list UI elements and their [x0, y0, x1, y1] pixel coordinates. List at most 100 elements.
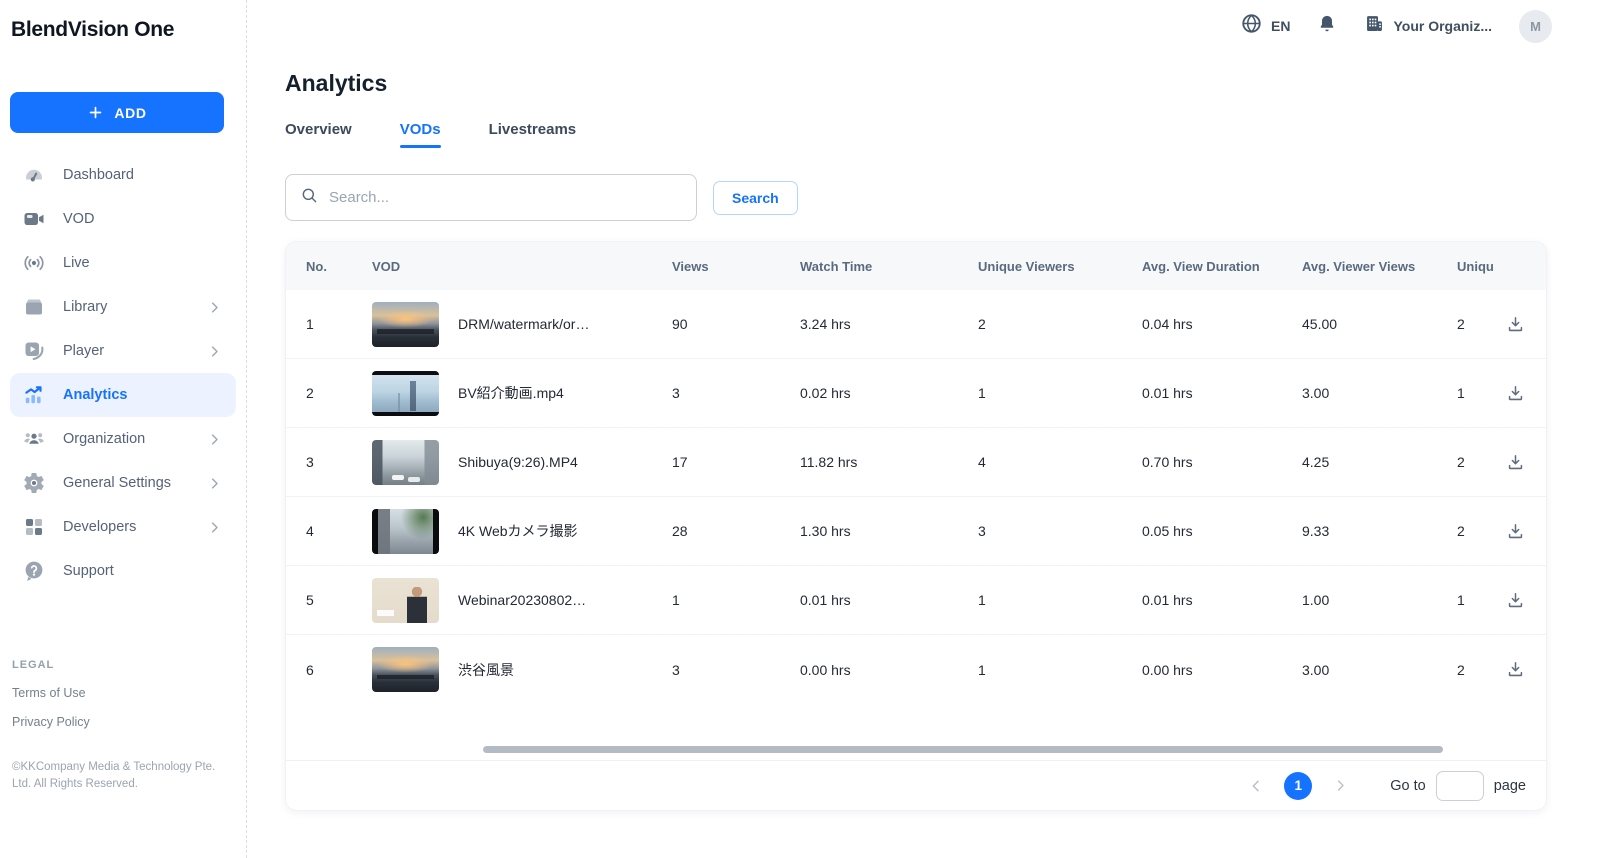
download-icon[interactable]	[1506, 453, 1546, 472]
organization-selector[interactable]: Your Organiz...	[1364, 13, 1492, 39]
views-cell: 1	[672, 592, 800, 608]
unique-viewers-cell: 1	[978, 592, 1142, 608]
add-button-label: ADD	[114, 105, 146, 121]
search-button[interactable]: Search	[713, 181, 798, 215]
goto-page-input[interactable]	[1436, 771, 1484, 801]
sidebar-item-label: Library	[63, 299, 107, 315]
chevron-right-icon	[207, 520, 222, 535]
unique-viewers-cell: 1	[978, 385, 1142, 401]
views-cell: 28	[672, 523, 800, 539]
table-row[interactable]: 2BV紹介動画.mp430.02 hrs10.01 hrs3.001	[286, 359, 1546, 428]
avg-view-duration-cell: 0.00 hrs	[1142, 662, 1302, 678]
sidebar-item-analytics[interactable]: Analytics	[10, 373, 236, 417]
column-header: No.	[306, 259, 372, 274]
download-icon[interactable]	[1506, 384, 1546, 403]
sidebar-item-organization[interactable]: Organization	[10, 417, 236, 461]
sidebar-item-player[interactable]: Player	[10, 329, 236, 373]
sidebar: BlendVision One ADD DashboardVODLiveLibr…	[0, 0, 247, 858]
search-row: Search	[285, 174, 1600, 221]
organization-label: Your Organiz...	[1393, 18, 1492, 34]
table-row[interactable]: 1 DRM/watermark/or… 903.24 hrs 2 0.04 hrs45.…	[286, 290, 1546, 359]
player-icon	[22, 339, 46, 363]
sidebar-item-live[interactable]: Live	[10, 241, 236, 285]
search-box	[285, 174, 697, 221]
add-button[interactable]: ADD	[10, 92, 224, 133]
vod-title: 4K Webカメラ撮影	[458, 521, 578, 541]
main-content: EN Your Organiz... M Analytics Overview V…	[247, 0, 1600, 858]
dashboard-icon	[22, 163, 46, 187]
views-cell: 3	[672, 662, 800, 678]
download-icon[interactable]	[1506, 591, 1546, 610]
unique-viewers-cell: 1	[978, 662, 1142, 678]
vod-thumbnail	[372, 302, 439, 347]
terms-of-use-link[interactable]: Terms of Use	[12, 686, 236, 700]
vod-thumbnail	[372, 371, 439, 416]
sidebar-item-library[interactable]: Library	[10, 285, 236, 329]
tab-livestreams[interactable]: Livestreams	[489, 121, 577, 148]
horizontal-scrollbar[interactable]	[483, 746, 1443, 753]
download-icon[interactable]	[1506, 522, 1546, 541]
sidebar-item-label: Dashboard	[63, 167, 134, 183]
sidebar-item-general-settings[interactable]: General Settings	[10, 461, 236, 505]
row-number: 6	[306, 662, 372, 678]
current-page-button[interactable]: 1	[1284, 772, 1312, 800]
vod-title: BV紹介動画.mp4	[458, 383, 564, 403]
search-input[interactable]	[329, 189, 682, 206]
notifications-button[interactable]	[1317, 13, 1337, 39]
table-row[interactable]: 3Shibuya(9:26).MP41711.82 hrs40.70 hrs4.…	[286, 428, 1546, 497]
vod-thumbnail	[372, 647, 439, 692]
row-number: 1	[306, 316, 372, 332]
table-row[interactable]: 44K Webカメラ撮影281.30 hrs30.05 hrs9.332	[286, 497, 1546, 566]
avatar[interactable]: M	[1519, 10, 1552, 43]
chevron-right-icon	[207, 432, 222, 447]
avg-view-duration-cell: 0.05 hrs	[1142, 523, 1302, 539]
language-label: EN	[1271, 18, 1290, 34]
unique-viewers-cell: 4	[978, 454, 1142, 470]
page-title: Analytics	[285, 70, 1600, 97]
language-selector[interactable]: EN	[1240, 12, 1290, 40]
table-row[interactable]: 6渋谷風景30.00 hrs10.00 hrs3.002	[286, 635, 1546, 704]
building-icon	[1364, 13, 1385, 39]
tab-bar: Overview VODs Livestreams	[285, 121, 1600, 148]
tab-vods[interactable]: VODs	[400, 121, 441, 148]
download-icon[interactable]	[1506, 315, 1546, 334]
avg-view-duration-cell: 0.01 hrs	[1142, 385, 1302, 401]
unique-viewers-cell: 3	[978, 523, 1142, 539]
row-number: 4	[306, 523, 372, 539]
download-icon[interactable]	[1506, 660, 1546, 679]
vod-title: DRM/watermark/or…	[458, 316, 589, 332]
avg-viewer-views-cell: 9.33	[1302, 523, 1457, 539]
sidebar-item-dashboard[interactable]: Dashboard	[10, 153, 236, 197]
column-header: Unique Viewers	[978, 259, 1142, 274]
table-row[interactable]: 5Webinar20230802…10.01 hrs10.01 hrs1.001	[286, 566, 1546, 635]
watch-time-cell: 3.24 hrs	[800, 316, 978, 332]
watch-time-cell: 11.82 hrs	[800, 454, 978, 470]
avg-viewer-views-cell: 45.00	[1302, 316, 1457, 332]
privacy-policy-link[interactable]: Privacy Policy	[12, 715, 236, 729]
column-header: Avg. Viewer Views	[1302, 259, 1457, 274]
sidebar-item-developers[interactable]: Developers	[10, 505, 236, 549]
avg-viewer-views-cell: 1.00	[1302, 592, 1457, 608]
unique-trunc-cell: 1	[1457, 385, 1502, 401]
sidebar-item-label: Live	[63, 255, 90, 271]
column-header: VOD	[372, 259, 672, 274]
sidebar-item-vod[interactable]: VOD	[10, 197, 236, 241]
vod-title: Webinar20230802…	[458, 592, 586, 608]
vod-cell: Webinar20230802…	[372, 578, 672, 623]
sidebar-item-label: General Settings	[63, 475, 171, 491]
tab-overview[interactable]: Overview	[285, 121, 352, 148]
avg-view-duration-cell: 0.04 hrs	[1142, 316, 1302, 332]
sidebar-item-support[interactable]: Support	[10, 549, 236, 593]
chevron-right-icon	[207, 476, 222, 491]
analytics-icon	[22, 383, 46, 407]
views-cell: 90	[672, 316, 800, 332]
sidebar-item-label: Organization	[63, 431, 145, 447]
app-window: BlendVision One ADD DashboardVODLiveLibr…	[0, 0, 1600, 858]
next-page-button[interactable]	[1328, 774, 1352, 798]
unique-trunc-cell: 2	[1457, 316, 1502, 332]
vod-cell: 渋谷風景	[372, 647, 672, 692]
previous-page-button[interactable]	[1244, 774, 1268, 798]
vod-title: 渋谷風景	[458, 660, 514, 680]
avg-view-duration-cell: 0.01 hrs	[1142, 592, 1302, 608]
vod-cell: Shibuya(9:26).MP4	[372, 440, 672, 485]
